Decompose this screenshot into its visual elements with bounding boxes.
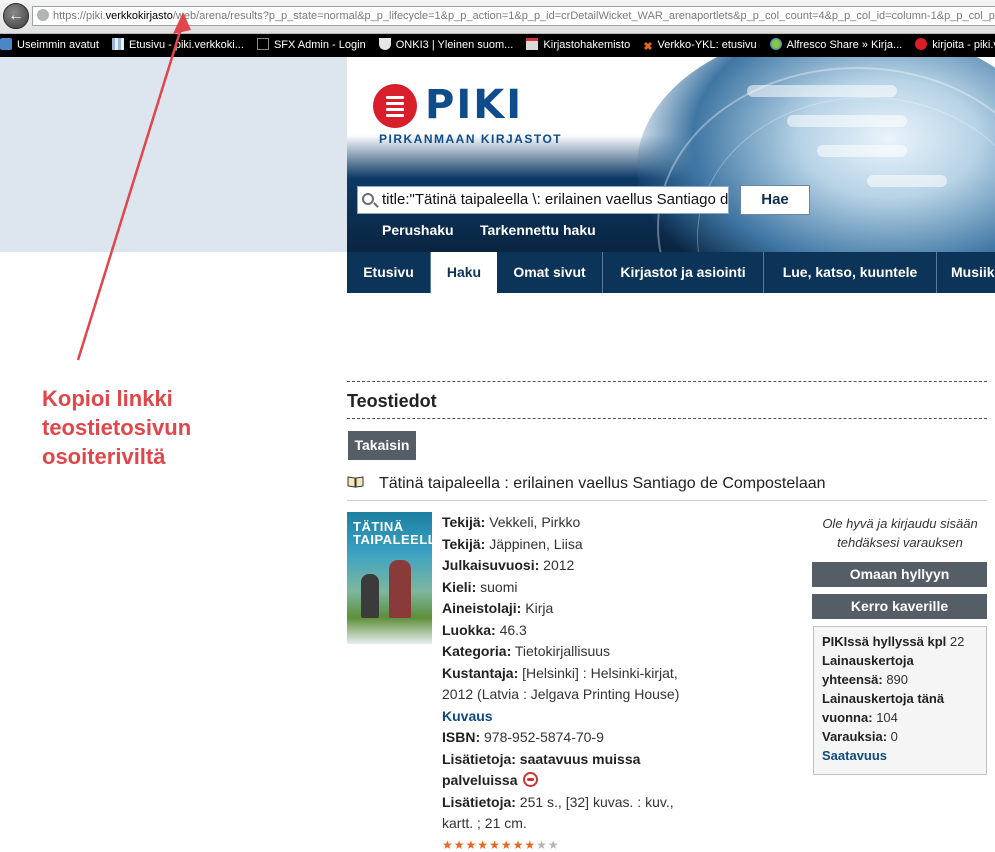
back-button[interactable]: Takaisin (348, 431, 416, 460)
availability-box: PIKIssä hyllyssä kpl 22 Lainauskertoja y… (813, 626, 987, 775)
loans-year-row: vuonna: 104 (822, 710, 898, 725)
detail-extra-availability[interactable]: Lisätietoja: saatavuus muissa (442, 749, 712, 771)
annotation-text: Kopioi linkki teostietosivun osoiterivil… (42, 386, 192, 469)
detail-publisher: Kustantaja: [Helsinki] : Helsinki-kirjat… (442, 664, 678, 681)
detail-year: Julkaisuvuosi: 2012 (442, 557, 575, 573)
sfx-icon[interactable] (523, 772, 539, 787)
divider (347, 418, 987, 419)
copies-row: PIKIssä hyllyssä kpl 22 (822, 634, 965, 649)
login-note: Ole hyvä ja kirjaudu sisään tehdäksesi v… (822, 516, 978, 550)
loans-total-row: yhteensä: 890 (822, 672, 909, 687)
book-icon (347, 476, 364, 488)
detail-category: Kategoria: Tietokirjallisuus (442, 643, 611, 659)
divider (347, 381, 987, 382)
detail-language: Kieli: suomi (442, 578, 518, 595)
detail-material-type: Aineistolaji: Kirja (442, 600, 554, 616)
detail-publisher-cont: 2012 (Latvia : Jelgava Printing House) (442, 686, 680, 702)
book-cover-image: TÄTINÄTAIPALEELLA (347, 512, 432, 644)
detail-author: Tekijä: Jäppinen, Liisa (442, 535, 583, 552)
detail-extra-physical: Lisätietoja: 251 s., [32] kuvas. : kuv., (442, 793, 674, 810)
detail-extra-physical-cont: kartt. ; 21 cm. (442, 815, 527, 831)
availability-link[interactable]: Saatavuus (822, 746, 978, 765)
work-details: Tekijä: Vekkeli, Pirkko Tekijä: Jäppinen… (442, 512, 712, 835)
work-title: Tätinä taipaleella : erilainen vaellus S… (379, 475, 826, 492)
detail-isbn: ISBN: 978-952-5874-70-9 (442, 729, 604, 745)
detail-author: Tekijä: Vekkeli, Pirkko (442, 514, 581, 530)
section-title: Teostiedot (347, 391, 437, 411)
detail-extra-availability-cont[interactable]: palveluissa (442, 770, 712, 792)
reservations-row: Varauksia: 0 (822, 729, 898, 744)
add-to-shelf-button[interactable]: Omaan hyllyyn (812, 562, 987, 587)
description-link[interactable]: Kuvaus (442, 706, 712, 728)
divider (347, 500, 987, 501)
tell-a-friend-button[interactable]: Kerro kaverille (812, 594, 987, 619)
detail-class: Luokka: 46.3 (442, 621, 527, 638)
